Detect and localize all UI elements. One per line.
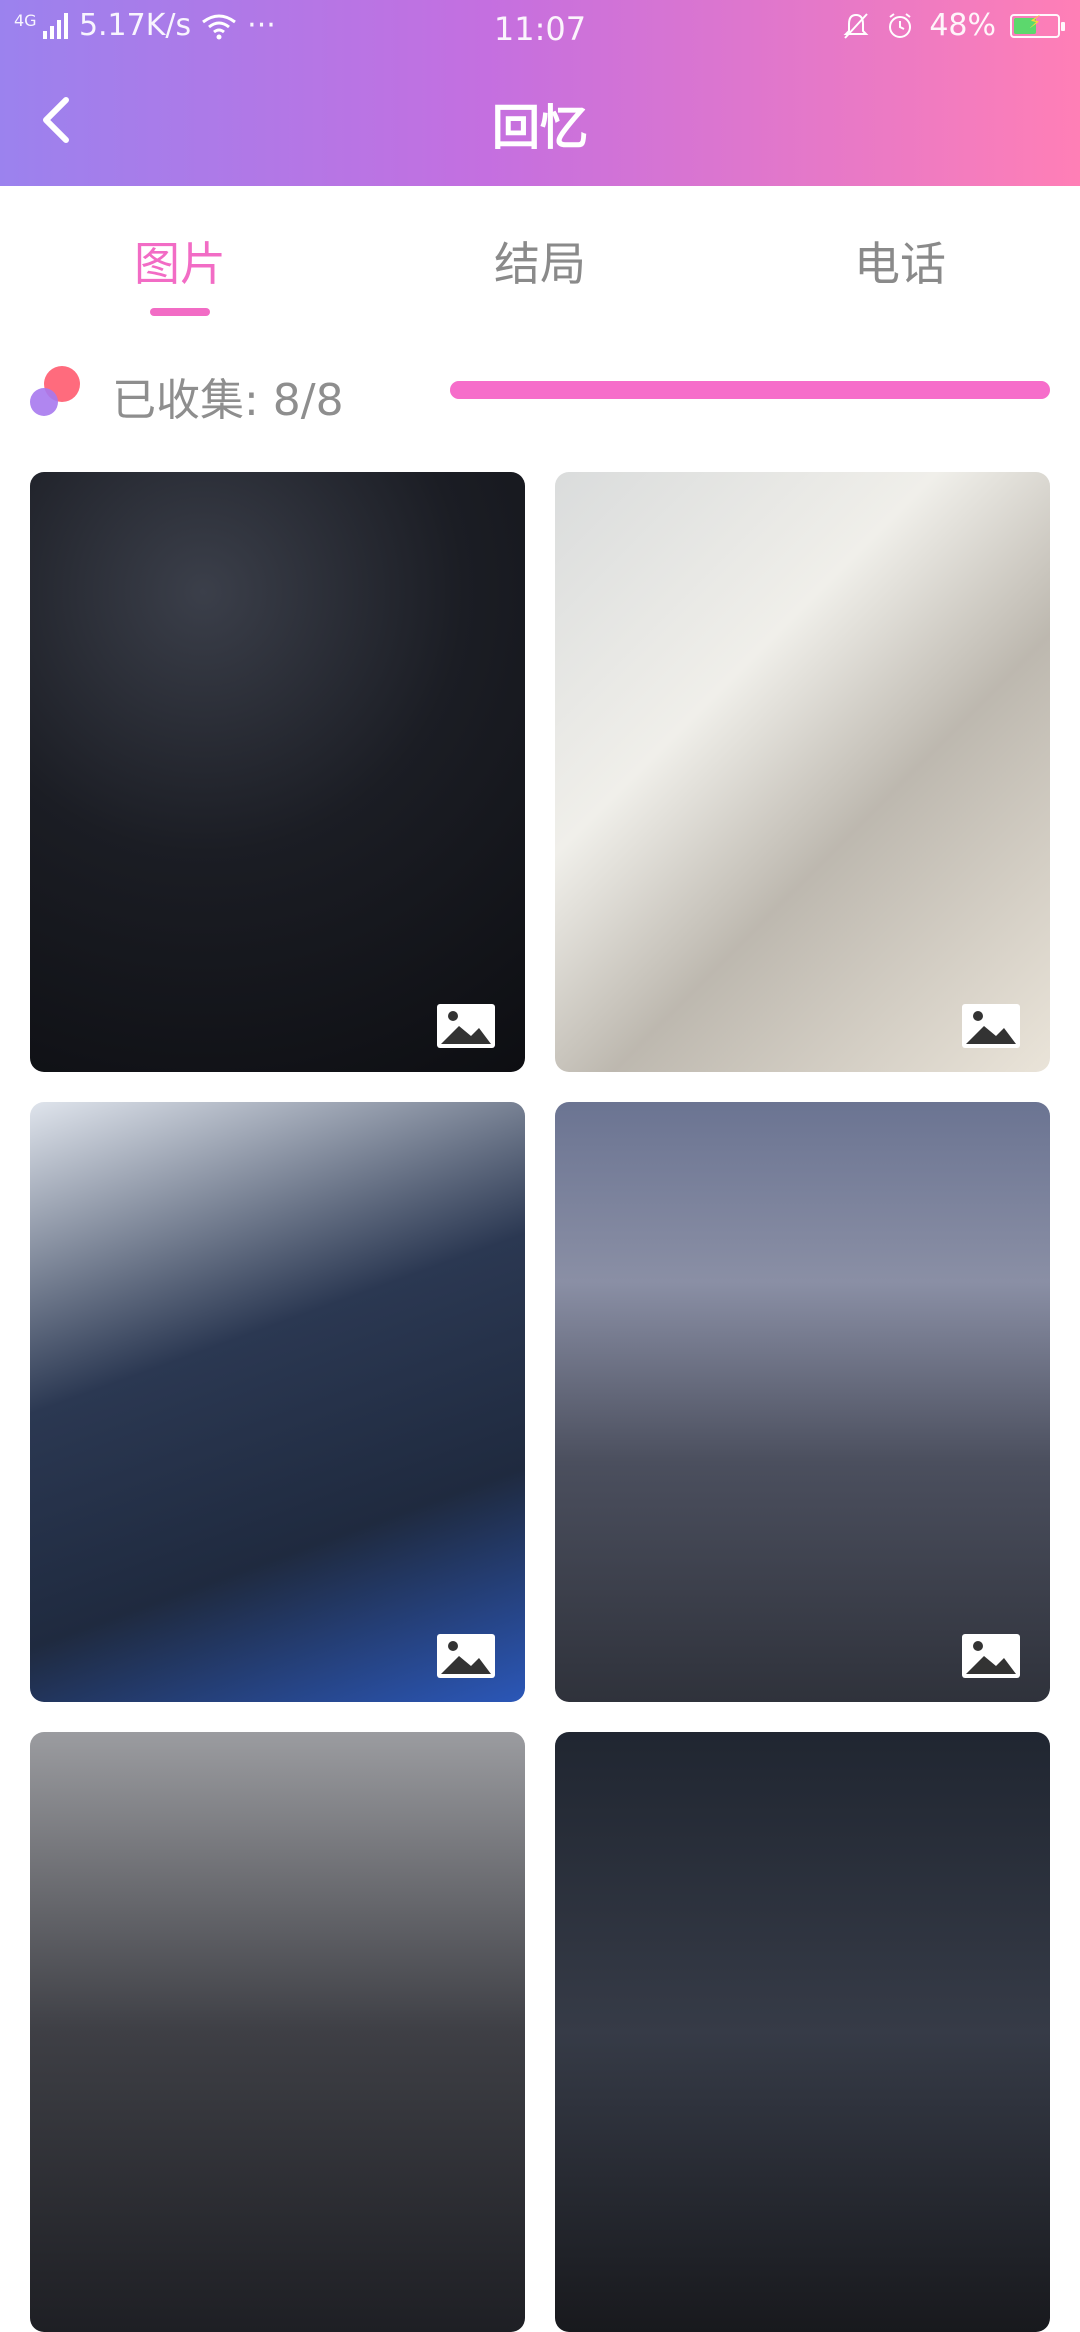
image-icon xyxy=(962,1634,1020,1678)
photo xyxy=(555,1732,1050,2332)
photo-card[interactable] xyxy=(30,472,525,1072)
photo-card[interactable] xyxy=(555,1732,1050,2332)
photo xyxy=(30,1732,525,2332)
photo xyxy=(555,1102,1050,1702)
image-icon xyxy=(437,1004,495,1048)
image-icon xyxy=(962,1004,1020,1048)
tab-label: 结局 xyxy=(494,237,586,291)
tab-label: 电话 xyxy=(854,237,946,291)
collection-progress-fill xyxy=(450,381,1050,399)
photo-card[interactable] xyxy=(555,472,1050,1072)
photo-card[interactable] xyxy=(555,1102,1050,1702)
active-tab-indicator xyxy=(150,308,210,316)
photo xyxy=(30,1102,525,1702)
photo xyxy=(555,472,1050,1072)
photo xyxy=(30,472,525,1072)
status-right: 48% ⚡ xyxy=(841,8,1065,43)
tab-endings[interactable]: 结局 xyxy=(360,186,720,326)
tab-phone[interactable]: 电话 xyxy=(720,186,1080,326)
header: 4G 5.17K/s ··· 11:07 48% ⚡ 回忆 xyxy=(0,0,1080,186)
tab-label: 图片 xyxy=(134,237,226,291)
tab-bar: 图片 结局 电话 xyxy=(0,186,1080,326)
collection-dots-icon xyxy=(30,366,80,416)
status-bar: 4G 5.17K/s ··· 11:07 48% ⚡ xyxy=(0,0,1080,56)
collection-progress-bar xyxy=(450,381,1050,399)
collection-count: 已收集: 8/8 xyxy=(112,375,344,426)
battery-icon: ⚡ xyxy=(1010,12,1065,38)
photo-card[interactable] xyxy=(30,1732,525,2332)
tab-pictures[interactable]: 图片 xyxy=(0,186,360,326)
battery-percent: 48% xyxy=(929,8,996,43)
photo-card[interactable] xyxy=(30,1102,525,1702)
page-title: 回忆 xyxy=(491,100,588,156)
mute-bell-icon xyxy=(843,12,869,39)
collection-progress-row: 已收集: 8/8 xyxy=(0,350,1080,430)
nav-bar: 回忆 xyxy=(0,56,1080,186)
image-icon xyxy=(437,1634,495,1678)
alarm-icon xyxy=(889,12,912,38)
